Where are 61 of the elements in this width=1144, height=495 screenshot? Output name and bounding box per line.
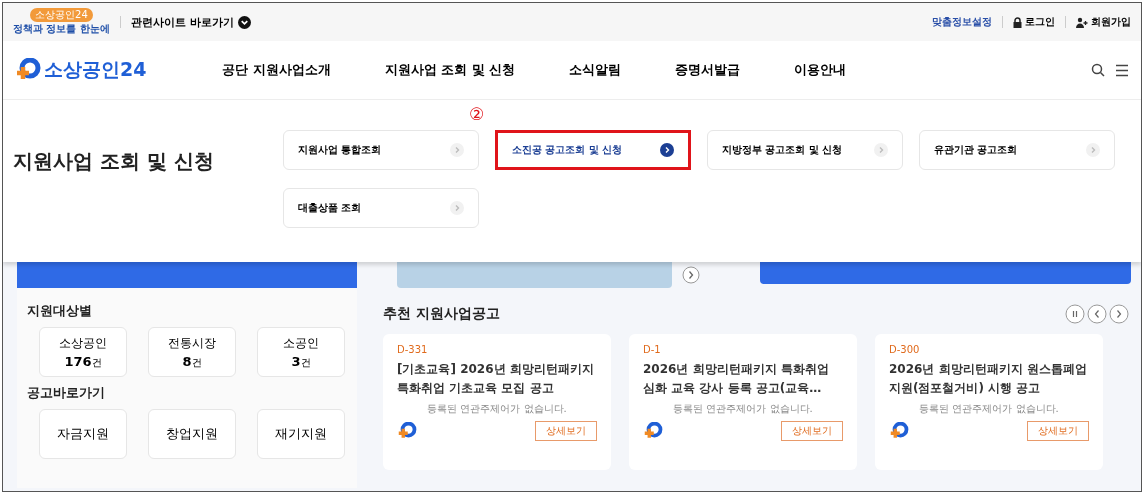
tagline-link[interactable]: 정책과 정보를 한눈에 <box>13 22 110 36</box>
details-button[interactable]: 상세보기 <box>535 421 597 442</box>
d-day-label: D-300 <box>889 344 921 355</box>
logo-icon <box>15 58 41 82</box>
target-count-tile[interactable]: 소공인 3건 <box>257 327 345 377</box>
nav-menu-item[interactable]: 증명서발급 <box>648 61 768 79</box>
signup-link[interactable]: 회원가입 <box>1076 15 1131 29</box>
related-sites-dropdown[interactable]: 관련사이트 바로가기 <box>130 14 251 30</box>
arrow-right-icon[interactable] <box>1109 304 1129 324</box>
chevron-right-icon <box>660 143 674 157</box>
announcement-card[interactable]: D-300 2026년 희망리턴패키지 원스톱폐업 지원(점포철거비) 시행 공고 등록된 연관주제어가 없습니다. 상세보기 <box>875 334 1103 470</box>
arrow-right-icon[interactable] <box>682 266 700 284</box>
lock-icon <box>1013 16 1022 28</box>
logo-icon <box>889 422 909 441</box>
card-title: [기초교육] 2026년 희망리턴패키지 특화취업 기초교육 모집 공고 <box>397 361 595 397</box>
card-note: 등록된 연관주제어가 없습니다. <box>672 402 814 417</box>
badge: 소상공인24 <box>30 8 93 22</box>
d-day-label: D-331 <box>397 344 429 355</box>
card-title: 2026년 희망리턴패키지 원스톱폐업 지원(점포철거비) 시행 공고 <box>889 361 1088 397</box>
search-icon[interactable] <box>1091 63 1105 77</box>
link-link[interactable]: 맞춤정보설정 <box>932 15 992 29</box>
nav-menu-item[interactable]: 이용안내 <box>767 61 874 79</box>
details-button[interactable]: 상세보기 <box>781 421 843 442</box>
logo-icon <box>397 422 417 441</box>
card-note: 등록된 연관주제어가 없습니다. <box>918 402 1060 417</box>
logo-icon <box>643 422 663 441</box>
target-count-tile[interactable]: 전통시장 8건 <box>148 327 236 377</box>
dropdown-title: 지원사업 조회 및 신청 <box>12 148 215 175</box>
chevron-right-icon <box>1086 143 1100 157</box>
chevron-right-icon <box>874 143 888 157</box>
chevron-down-icon <box>237 15 251 29</box>
pause-icon[interactable] <box>1065 304 1085 324</box>
submenu-item[interactable]: 지원사업 통합조회 <box>283 130 479 170</box>
chevron-right-icon <box>450 201 464 215</box>
nav-menu-item[interactable]: 공단 지원사업소개 <box>195 61 358 79</box>
logo-text[interactable]: 소상공인24 <box>44 57 147 83</box>
announcement-card[interactable]: D-1 2026년 희망리턴패키지 특화취업 심화 교육 강사 등록 공고(교육… 등록된 연관주제어가 없습니다. 상세보기 <box>629 334 857 470</box>
section-heading: 지원대상별 <box>27 302 93 320</box>
submenu-item[interactable]: 대출상품 조회 <box>283 188 479 228</box>
submenu-item[interactable]: 유관기관 공고조회 <box>919 130 1115 170</box>
login-link[interactable]: 로그인 <box>1013 15 1055 29</box>
submenu-item[interactable]: 소진공 공고조회 및 신청 <box>495 130 691 170</box>
section-heading: 공고바로가기 <box>27 384 106 402</box>
d-day-label: D-1 <box>643 344 662 355</box>
shortcut-button[interactable]: 자금지원 <box>39 409 127 459</box>
person-plus-icon <box>1076 16 1088 28</box>
arrow-left-icon[interactable] <box>1087 304 1107 324</box>
annotation-number: ② <box>469 104 485 124</box>
nav-menu-item[interactable]: 소식알림 <box>542 61 649 79</box>
nav-menu-item[interactable]: 지원사업 조회 및 신청 <box>357 61 543 79</box>
submenu-item[interactable]: 지방정부 공고조회 및 신청 <box>707 130 903 170</box>
details-button[interactable]: 상세보기 <box>1027 421 1089 442</box>
target-count-tile[interactable]: 소상공인 176건 <box>39 327 127 377</box>
card-note: 등록된 연관주제어가 없습니다. <box>426 402 568 417</box>
announcement-card[interactable]: D-331 [기초교육] 2026년 희망리턴패키지 특화취업 기초교육 모집 공고 등록된 연관주제어가 없습니다. 상세보기 <box>383 334 611 470</box>
card-title: 2026년 희망리턴패키지 특화취업 심화 교육 강사 등록 공고(교육… <box>643 361 830 397</box>
menu-icon[interactable] <box>1115 63 1129 77</box>
section-heading: 추천 지원사업공고 <box>383 305 500 323</box>
chevron-right-icon <box>450 143 464 157</box>
shortcut-button[interactable]: 창업지원 <box>148 409 236 459</box>
shortcut-button[interactable]: 재기지원 <box>257 409 345 459</box>
